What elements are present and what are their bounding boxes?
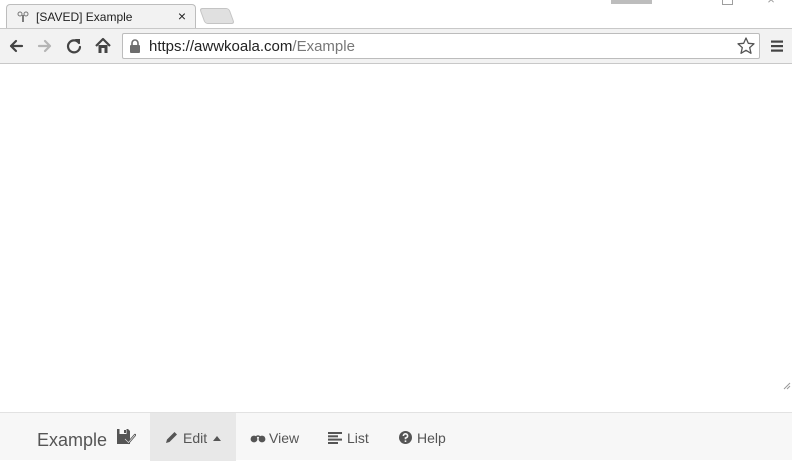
glasses-icon (250, 435, 266, 443)
home-icon[interactable] (93, 36, 113, 56)
bottom-toolbar: Example Edit View List Help (0, 412, 792, 461)
question-circle-icon (399, 431, 412, 444)
list-icon (328, 432, 342, 444)
list-mode-button[interactable]: List (320, 413, 382, 461)
edit-label: Edit (183, 430, 208, 446)
hamburger-menu-icon[interactable] (770, 39, 784, 53)
window-close-button[interactable]: × (764, 0, 778, 6)
minimize-button[interactable] (611, 0, 652, 4)
address-bar[interactable]: https://awwkoala.com/Example (122, 33, 760, 59)
help-label: Help (417, 430, 446, 446)
caret-up-icon (213, 436, 221, 441)
forward-arrow-icon[interactable] (35, 36, 55, 56)
pencil-icon (166, 432, 177, 443)
url-text: https://awwkoala.com/Example (149, 38, 355, 55)
help-button[interactable]: Help (392, 413, 458, 461)
reload-icon[interactable] (64, 36, 84, 56)
tab-strip: [SAVED] Example × × (0, 0, 792, 28)
view-mode-button[interactable]: View (244, 413, 314, 461)
back-arrow-icon[interactable] (6, 36, 26, 56)
browser-tab[interactable]: [SAVED] Example × (6, 4, 196, 28)
saved-status-icon[interactable] (116, 428, 136, 446)
edit-mode-button[interactable]: Edit (150, 413, 236, 461)
koala-favicon-icon (17, 11, 29, 22)
bookmark-star-icon[interactable] (736, 36, 756, 56)
browser-toolbar: https://awwkoala.com/Example (0, 28, 792, 64)
editor-textarea[interactable] (0, 64, 792, 412)
maximize-button[interactable] (722, 0, 733, 5)
resize-handle-icon[interactable] (783, 382, 791, 390)
tab-close-icon[interactable]: × (174, 8, 190, 24)
url-path: /Example (292, 38, 355, 55)
document-title: Example (37, 430, 108, 450)
list-label: List (347, 430, 369, 446)
url-host: https://awwkoala.com (149, 38, 293, 55)
tab-title: [SAVED] Example (36, 10, 133, 24)
new-tab-button[interactable] (199, 8, 235, 24)
lock-icon (130, 39, 140, 53)
view-label: View (269, 430, 300, 446)
